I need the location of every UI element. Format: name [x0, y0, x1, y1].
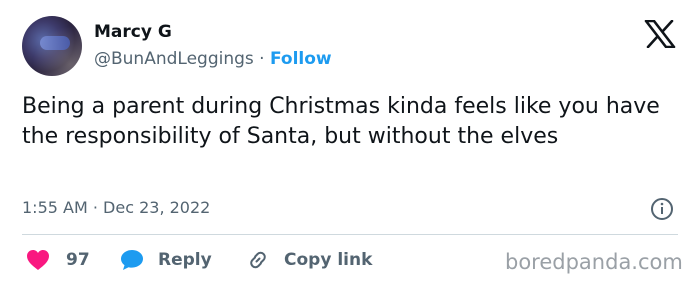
author-handle-line: @BunAndLeggings · Follow [94, 49, 332, 69]
tweet-text: Being a parent during Christmas kinda fe… [22, 94, 660, 149]
heart-icon [27, 250, 49, 270]
x-logo-icon[interactable] [644, 20, 676, 48]
link-icon [250, 251, 266, 269]
handle-separator: · [259, 49, 265, 69]
reply-button[interactable]: Reply [120, 246, 212, 274]
watermark: boredpanda.com [505, 250, 683, 274]
avatar[interactable] [22, 16, 82, 76]
tweet-timestamp[interactable]: 1:55 AM · Dec 23, 2022 [22, 198, 210, 217]
meta-separator: · [92, 198, 98, 217]
copy-link-button[interactable]: Copy link [246, 246, 372, 274]
author-handle[interactable]: @BunAndLeggings [94, 49, 254, 69]
follow-button[interactable]: Follow [270, 49, 332, 69]
tweet-time: 1:55 AM [22, 198, 88, 217]
author-name[interactable]: Marcy G [94, 22, 172, 42]
divider [22, 234, 678, 235]
likes-count: 97 [66, 250, 90, 270]
like-button[interactable]: 97 [26, 246, 90, 274]
info-icon[interactable] [650, 197, 674, 221]
tweet-date: Dec 23, 2022 [103, 198, 211, 217]
copy-link-label: Copy link [284, 250, 373, 270]
reply-label: Reply [158, 250, 212, 270]
tweet-card: Marcy G @BunAndLeggings · Follow Being a… [0, 0, 700, 287]
speech-bubble-icon [121, 250, 143, 270]
